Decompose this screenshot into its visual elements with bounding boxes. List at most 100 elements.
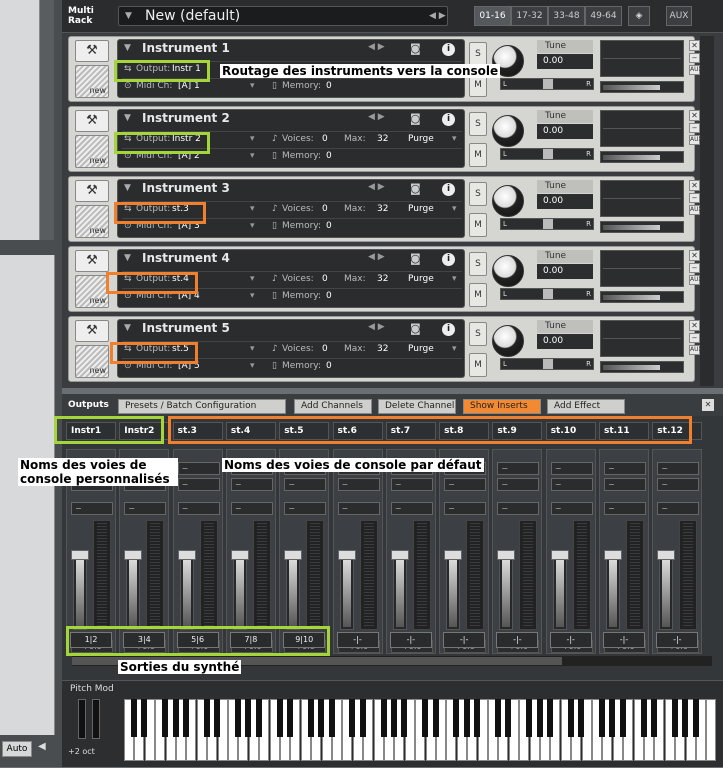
dropdown-arrow-icon[interactable]: ▼ — [124, 253, 131, 263]
pan-handle[interactable] — [543, 79, 553, 89]
black-key[interactable] — [401, 699, 408, 737]
black-key[interactable] — [307, 699, 314, 737]
black-key[interactable] — [547, 699, 553, 737]
pan-slider[interactable]: L R — [500, 288, 594, 300]
black-key[interactable] — [526, 699, 533, 737]
insert-slot[interactable]: − — [390, 478, 433, 491]
preset-selector[interactable]: ▼ New (default) ◀ ▶ — [118, 6, 448, 26]
mute-button[interactable]: M — [469, 143, 487, 167]
black-key[interactable] — [422, 699, 429, 737]
solo-button[interactable]: S — [469, 42, 487, 66]
black-key[interactable] — [162, 699, 169, 737]
insert-slot[interactable]: − — [337, 502, 380, 515]
insert-slot[interactable]: − — [604, 502, 646, 515]
left-scrollbar[interactable] — [40, 0, 54, 240]
output-route[interactable]: -|- — [443, 632, 486, 648]
black-key[interactable] — [432, 699, 439, 737]
info-icon[interactable]: i — [442, 43, 455, 56]
black-key[interactable] — [453, 699, 460, 737]
aux-button[interactable]: AUX — [689, 275, 703, 285]
chevron-down-icon[interactable]: ▾ — [250, 151, 255, 161]
octave-selector[interactable]: +2 oct — [68, 747, 95, 756]
pan-handle[interactable] — [543, 359, 553, 369]
black-key[interactable] — [214, 699, 221, 737]
volume-slider[interactable] — [600, 151, 684, 163]
black-key[interactable] — [567, 699, 574, 737]
insert-slot[interactable]: − — [177, 462, 220, 475]
purge-menu[interactable]: Purge — [408, 134, 434, 144]
close-icon[interactable]: ✕ — [689, 180, 700, 191]
page-tab[interactable]: 17-32 — [511, 6, 548, 26]
camera-icon[interactable]: ◙ — [410, 322, 421, 335]
close-icon[interactable]: ✕ — [689, 110, 700, 121]
black-key[interactable] — [141, 699, 148, 737]
wrench-icon[interactable]: ⚒ — [75, 40, 109, 62]
insert-slot[interactable]: − — [497, 502, 540, 515]
insert-slot[interactable]: − — [550, 502, 593, 515]
dropdown-arrow-icon[interactable]: ▼ — [124, 323, 131, 333]
camera-icon[interactable]: ◙ — [410, 182, 421, 195]
black-key[interactable] — [349, 699, 356, 737]
insert-slot[interactable]: − — [230, 502, 273, 515]
page-tab[interactable]: 01-16 — [474, 6, 511, 26]
chevron-down-icon[interactable]: ▾ — [452, 274, 457, 284]
volume-fader[interactable] — [286, 550, 301, 630]
instrument-new-icon[interactable]: new — [75, 205, 109, 238]
insert-slot[interactable]: − — [657, 462, 700, 475]
black-key[interactable] — [495, 699, 501, 737]
prev-next-icon[interactable]: ◀ ▶ — [368, 252, 385, 262]
close-icon[interactable]: ✕ — [689, 250, 700, 261]
fader-handle[interactable] — [177, 550, 196, 560]
fader-handle[interactable] — [71, 550, 89, 560]
purge-menu[interactable]: Purge — [408, 204, 434, 214]
auto-button[interactable]: Auto — [2, 741, 32, 757]
solo-button[interactable]: S — [469, 252, 487, 276]
fader-handle[interactable] — [284, 550, 303, 560]
black-key[interactable] — [235, 699, 241, 737]
chevron-down-icon[interactable]: ▾ — [250, 81, 255, 91]
black-key[interactable] — [640, 699, 647, 737]
black-key[interactable] — [359, 699, 366, 737]
volume-fader[interactable] — [552, 550, 567, 630]
black-key[interactable] — [391, 699, 397, 737]
fader-handle[interactable] — [604, 550, 622, 560]
volume-slider[interactable] — [600, 361, 684, 373]
mute-button[interactable]: M — [469, 213, 487, 237]
chevron-down-icon[interactable]: ▾ — [250, 291, 255, 301]
volume-fader[interactable] — [73, 550, 87, 630]
instrument-new-icon[interactable]: new — [75, 345, 109, 378]
chevron-down-icon[interactable]: ▾ — [250, 221, 255, 231]
pan-handle[interactable] — [543, 219, 553, 229]
show-inserts-button[interactable]: Show Inserts — [463, 399, 541, 414]
black-key[interactable] — [609, 699, 616, 737]
max-value[interactable]: 32 — [377, 274, 388, 284]
chevron-down-icon[interactable]: ▾ — [250, 274, 255, 284]
midi-value[interactable]: [A] 1 — [178, 81, 200, 91]
black-key[interactable] — [536, 699, 543, 737]
insert-slot[interactable]: − — [284, 502, 327, 515]
info-icon[interactable]: i — [442, 183, 455, 196]
camera-icon[interactable]: ◙ — [410, 42, 421, 55]
volume-fader[interactable] — [339, 550, 354, 630]
wrench-icon[interactable]: ⚒ — [75, 110, 109, 132]
camera-icon[interactable]: ◙ — [410, 112, 421, 125]
dropdown-arrow-icon[interactable]: ▼ — [124, 43, 131, 53]
purge-menu[interactable]: Purge — [408, 344, 434, 354]
pan-handle[interactable] — [543, 289, 553, 299]
fader-handle[interactable] — [550, 550, 569, 560]
prev-next-icon[interactable]: ◀ ▶ — [368, 112, 385, 122]
add-effect-button[interactable]: Add Effect — [547, 399, 625, 414]
dropdown-arrow-icon[interactable]: ▼ — [124, 183, 131, 193]
black-key[interactable] — [287, 699, 293, 737]
tune-knob[interactable] — [492, 115, 524, 147]
minus-icon[interactable]: − — [689, 53, 700, 63]
tune-value[interactable]: 0.00 — [537, 194, 593, 209]
insert-slot[interactable]: − — [390, 502, 433, 515]
fader-handle[interactable] — [657, 550, 676, 560]
camera-icon[interactable]: ◙ — [410, 252, 421, 265]
fader-handle[interactable] — [390, 550, 409, 560]
insert-slot[interactable]: − — [604, 462, 646, 475]
insert-slot[interactable]: − — [604, 478, 646, 491]
fader-handle[interactable] — [230, 550, 249, 560]
tune-knob[interactable] — [492, 325, 524, 357]
